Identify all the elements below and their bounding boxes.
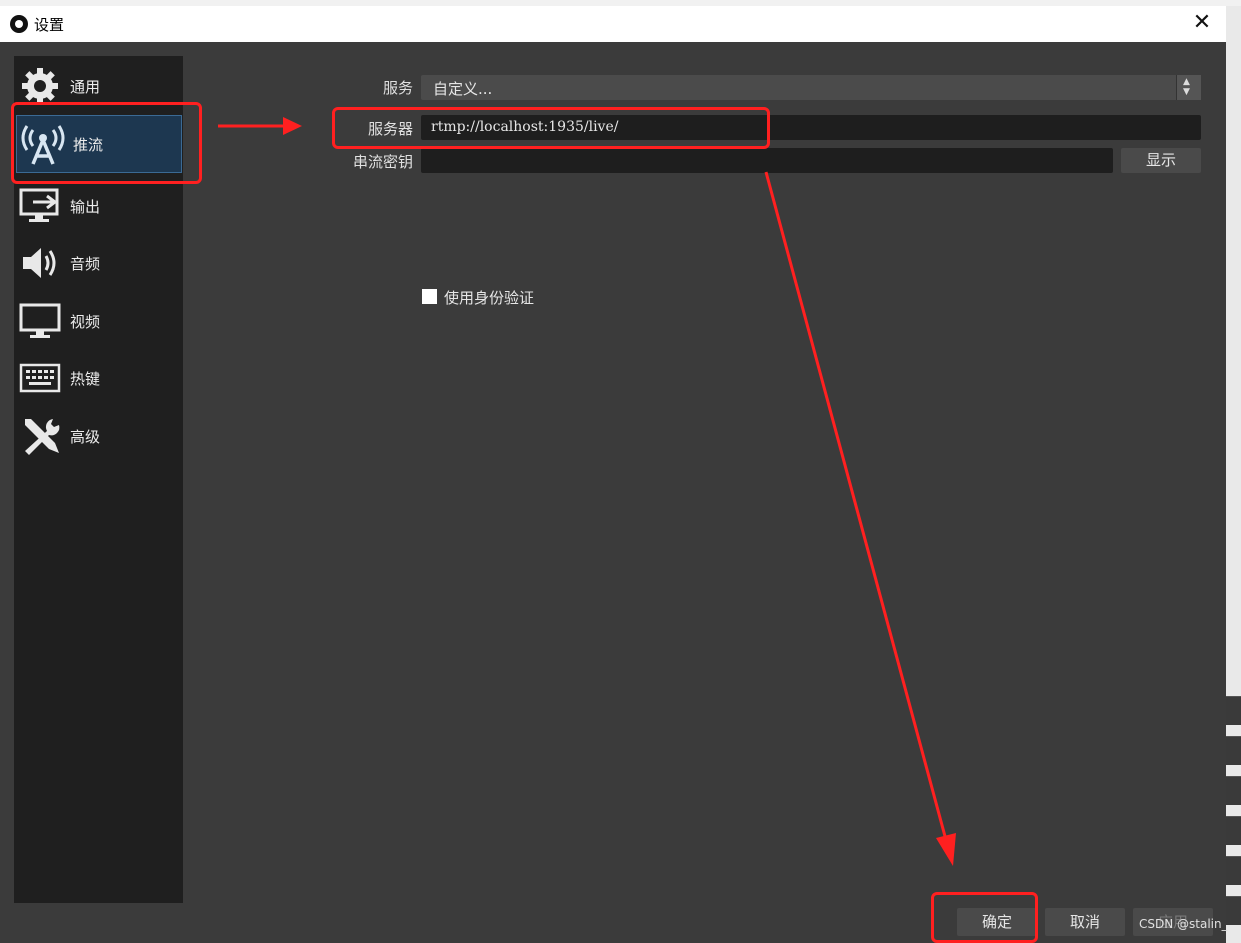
sidebar-item-advanced[interactable]: 高级 [14, 408, 183, 464]
show-key-button[interactable]: 显示 [1121, 148, 1201, 173]
sidebar-item-label: 输出 [70, 197, 101, 216]
sidebar-item-label: 音频 [70, 254, 101, 273]
service-select[interactable]: 自定义... ▲ ▼ [421, 75, 1201, 100]
service-value: 自定义... [433, 80, 493, 98]
sidebar-item-audio[interactable]: 音频 [14, 235, 183, 291]
obs-logo-icon [10, 15, 28, 33]
auth-checkbox-label: 使用身份验证 [444, 289, 535, 307]
highlight-ok-button [931, 892, 1038, 943]
stream-key-input[interactable] [421, 148, 1113, 173]
output-monitor-icon [18, 184, 62, 228]
window-title: 设置 [34, 15, 65, 34]
sidebar-item-label: 高级 [70, 427, 101, 446]
sidebar-item-hotkeys[interactable]: 热键 [14, 350, 183, 406]
close-button[interactable]: ✕ [1190, 12, 1214, 36]
speaker-icon [18, 241, 62, 285]
background-app-edge [1226, 6, 1241, 943]
tools-icon [18, 414, 62, 458]
title-bar: 设置 ✕ [0, 6, 1226, 42]
service-label: 服务 [382, 79, 413, 97]
monitor-icon [18, 299, 62, 343]
sidebar-item-video[interactable]: 视频 [14, 293, 183, 349]
auth-checkbox[interactable] [422, 289, 437, 304]
select-arrows-icon: ▲ ▼ [1176, 75, 1201, 100]
sidebar-item-label: 热键 [70, 369, 101, 388]
cancel-button[interactable]: 取消 [1045, 908, 1125, 936]
keyboard-icon [18, 356, 62, 400]
highlight-stream-tab [11, 102, 202, 184]
sidebar-item-label: 视频 [70, 312, 101, 331]
stream-key-label: 串流密钥 [352, 153, 413, 171]
sidebar-item-output[interactable]: 输出 [14, 178, 183, 234]
sidebar-item-label: 通用 [70, 77, 101, 96]
highlight-server-field [332, 107, 770, 149]
watermark: CSDN @stalin_ [1139, 917, 1228, 931]
